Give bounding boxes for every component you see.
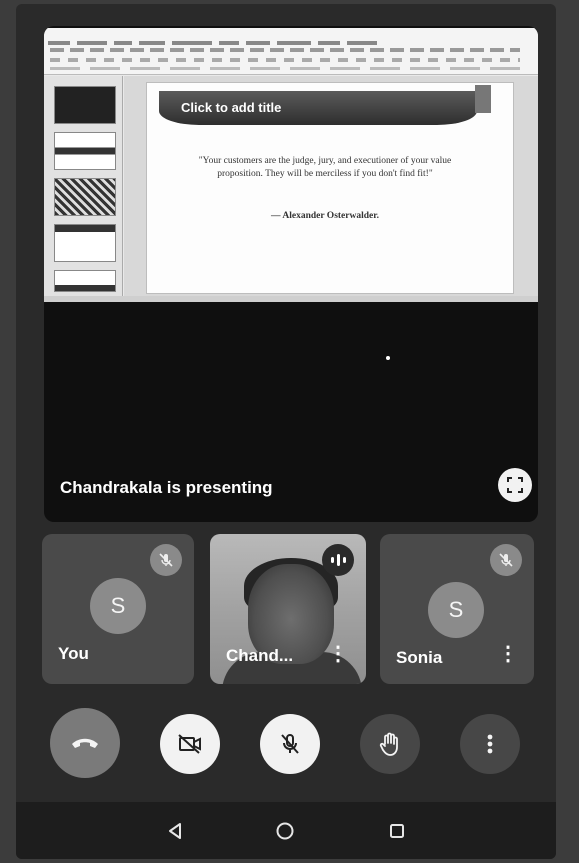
avatar: S: [90, 578, 146, 634]
home-icon[interactable]: [270, 816, 300, 846]
fullscreen-button[interactable]: [498, 468, 532, 502]
mic-toggle-button[interactable]: [260, 714, 320, 774]
more-vert-icon[interactable]: ⋮: [328, 644, 348, 664]
raise-hand-button[interactable]: [360, 714, 420, 774]
current-slide: Click to add title "Your customers are t…: [146, 82, 514, 294]
avatar: S: [428, 582, 484, 638]
participant-tile-you[interactable]: S You: [42, 534, 194, 684]
recents-icon[interactable]: [382, 816, 412, 846]
presenting-label: Chandrakala is presenting: [60, 478, 273, 497]
phone-hangup-icon: [72, 738, 98, 748]
fullscreen-icon: [507, 477, 523, 493]
mic-off-icon: [490, 544, 522, 576]
mic-off-icon: [281, 734, 299, 754]
participant-name: Sonia: [396, 648, 443, 667]
more-vert-icon[interactable]: ⋮: [498, 644, 518, 664]
end-call-button[interactable]: [50, 708, 120, 778]
presentation-window: Click to add title "Your customers are t…: [44, 28, 538, 302]
mic-off-icon: [150, 544, 182, 576]
system-nav-bar: [16, 802, 556, 859]
speaking-indicator-icon: [322, 544, 354, 576]
participant-name: You: [58, 644, 89, 663]
slide-quote: "Your customers are the judge, jury, and…: [198, 156, 452, 179]
participant-tile-chandrakala[interactable]: Chand... ⋮: [210, 534, 366, 684]
participant-name: Chand...: [226, 646, 294, 665]
shared-screen: Click to add title "Your customers are t…: [44, 26, 538, 522]
more-vert-icon: [487, 734, 493, 754]
ppt-ribbon: [44, 28, 538, 75]
camera-off-icon: [178, 734, 201, 754]
pointer-dot: [386, 356, 390, 360]
phone-screen: Click to add title "Your customers are t…: [16, 4, 556, 859]
ppt-status-bar: [44, 296, 538, 302]
slide-quote-author: — Alexander Osterwalder.: [271, 211, 379, 221]
more-options-button[interactable]: [460, 714, 520, 774]
title-accent-block: [475, 85, 491, 113]
slide-thumbnails[interactable]: [44, 76, 123, 302]
camera-toggle-button[interactable]: [160, 714, 220, 774]
participant-tile-sonia[interactable]: S Sonia ⋮: [380, 534, 534, 684]
slide-editor: Click to add title "Your customers are t…: [124, 76, 538, 302]
back-icon[interactable]: [160, 816, 190, 846]
hand-icon: [379, 732, 398, 756]
slide-title-placeholder[interactable]: Click to add title: [159, 91, 477, 125]
